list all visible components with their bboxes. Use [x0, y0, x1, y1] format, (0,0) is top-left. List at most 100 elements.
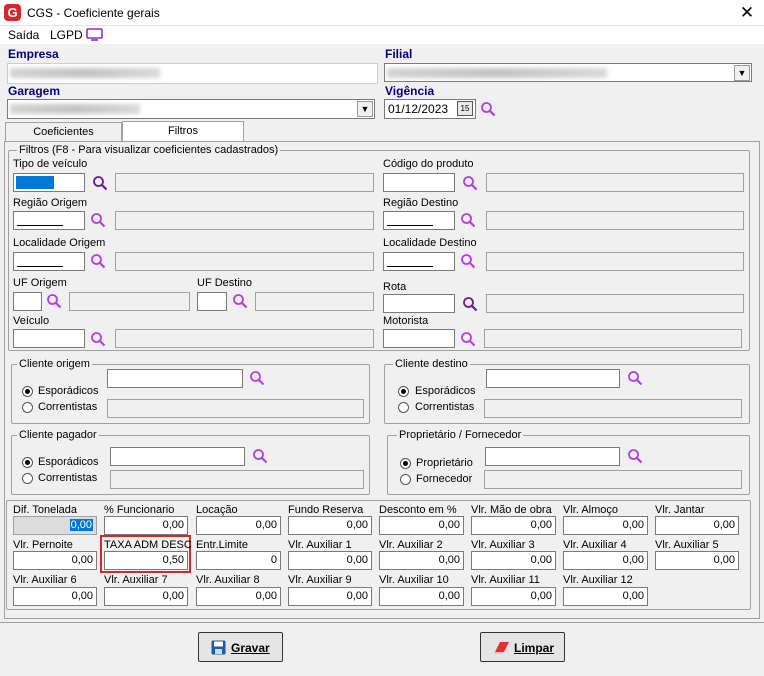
search-icon[interactable]	[252, 448, 268, 464]
search-icon[interactable]	[46, 293, 62, 309]
auxiliar-2-field[interactable]: 0,00	[379, 551, 464, 570]
localidade-origem-desc	[115, 252, 374, 271]
jantar-field[interactable]: 0,00	[655, 516, 739, 535]
uf-origem-input[interactable]	[13, 292, 42, 311]
search-icon[interactable]	[460, 212, 476, 228]
desconto-field[interactable]: 0,00	[379, 516, 464, 535]
search-icon[interactable]	[460, 253, 476, 269]
auxiliar-1-field[interactable]: 0,00	[288, 551, 372, 570]
uf-destino-label: UF Destino	[197, 277, 253, 289]
garagem-select[interactable]: ▼	[7, 99, 375, 119]
auxiliar-4-field[interactable]: 0,00	[563, 551, 648, 570]
tab-coeficientes[interactable]: Coeficientes	[5, 122, 122, 142]
empresa-label: Empresa	[8, 47, 59, 61]
pernoite-field[interactable]: 0,00	[13, 551, 97, 570]
search-icon[interactable]	[92, 175, 108, 191]
uf-destino-desc	[255, 292, 374, 311]
auxiliar-3-field[interactable]: 0,00	[471, 551, 556, 570]
calendar-icon[interactable]: 15	[457, 101, 473, 116]
regiao-origem-label: Região Origem	[13, 197, 87, 209]
rota-input[interactable]	[383, 294, 455, 313]
chevron-down-icon[interactable]: ▼	[734, 65, 750, 81]
radio-fornecedor[interactable]	[400, 474, 411, 485]
regiao-destino-input[interactable]	[383, 211, 455, 230]
search-icon[interactable]	[627, 370, 643, 386]
filial-select[interactable]: ▼	[384, 63, 752, 82]
menu-bar	[0, 26, 764, 44]
auxiliar-7-label: Vlr. Auxiliar 7	[104, 574, 168, 586]
localidade-destino-desc	[486, 252, 744, 271]
chevron-down-icon[interactable]: ▼	[357, 101, 373, 117]
auxiliar-7-field[interactable]: 0,00	[104, 587, 188, 606]
rota-label: Rota	[383, 281, 407, 293]
auxiliar-6-field[interactable]: 0,00	[13, 587, 97, 606]
save-icon	[211, 640, 226, 655]
localidade-destino-label: Localidade Destino	[383, 237, 477, 249]
empresa-field[interactable]	[7, 63, 378, 84]
uf-destino-input[interactable]	[197, 292, 227, 311]
radio-esporadicos[interactable]	[22, 386, 33, 397]
search-icon[interactable]	[460, 331, 476, 347]
auxiliar-11-label: Vlr. Auxiliar 11	[471, 574, 540, 586]
funcionario-field[interactable]: 0,00	[104, 516, 188, 535]
search-icon[interactable]	[232, 293, 248, 309]
localidade-origem-input[interactable]	[13, 252, 85, 271]
tab-filtros[interactable]: Filtros	[122, 121, 244, 141]
cliente-pagador-label: Cliente pagador	[17, 429, 99, 441]
radio-esporadicos[interactable]	[398, 386, 409, 397]
auxiliar-2-label: Vlr. Auxiliar 2	[379, 539, 443, 551]
proprietario-label: Proprietário / Fornecedor	[397, 429, 524, 441]
motorista-input[interactable]	[383, 329, 455, 348]
search-icon[interactable]	[462, 175, 478, 191]
auxiliar-5-field[interactable]: 0,00	[655, 551, 739, 570]
gravar-button[interactable]: Gravar	[198, 632, 283, 662]
monitor-icon[interactable]	[86, 28, 103, 41]
search-icon[interactable]	[627, 448, 643, 464]
cliente-pagador-input[interactable]	[110, 447, 245, 466]
veiculo-input[interactable]	[13, 329, 85, 348]
search-icon[interactable]	[249, 370, 265, 386]
auxiliar-11-field[interactable]: 0,00	[471, 587, 556, 606]
radio-esporadicos[interactable]	[22, 457, 33, 468]
cliente-origem-input[interactable]	[107, 369, 243, 388]
search-icon[interactable]	[462, 296, 478, 312]
tipo-veiculo-label: Tipo de veículo	[13, 158, 88, 170]
close-icon[interactable]: ✕	[736, 2, 758, 24]
entr-limite-field[interactable]: 0	[196, 551, 281, 570]
filtros-group-label: Filtros (F8 - Para visualizar coeficient…	[17, 144, 281, 156]
almoco-field[interactable]: 0,00	[563, 516, 648, 535]
radio-proprietario[interactable]	[400, 458, 411, 469]
codigo-produto-input[interactable]	[383, 173, 455, 192]
fundo-reserva-label: Fundo Reserva	[288, 504, 364, 516]
radio-correntistas[interactable]	[398, 402, 409, 413]
regiao-origem-input[interactable]	[13, 211, 85, 230]
auxiliar-12-label: Vlr. Auxiliar 12	[563, 574, 633, 586]
search-icon[interactable]	[90, 331, 106, 347]
mao-obra-field[interactable]: 0,00	[471, 516, 556, 535]
radio-correntistas[interactable]	[22, 402, 33, 413]
auxiliar-12-field[interactable]: 0,00	[563, 587, 648, 606]
search-icon[interactable]	[480, 101, 496, 117]
dif-tonelada-field[interactable]: 0,00	[13, 516, 97, 535]
menu-lgpd[interactable]: LGPD	[50, 28, 83, 42]
cliente-destino-input[interactable]	[486, 369, 620, 388]
taxa-adm-field[interactable]: 0,50	[104, 551, 188, 570]
limpar-label: Limpar	[514, 641, 555, 655]
auxiliar-10-field[interactable]: 0,00	[379, 587, 464, 606]
limpar-button[interactable]: Limpar	[480, 632, 565, 662]
fundo-reserva-field[interactable]: 0,00	[288, 516, 372, 535]
vigencia-label: Vigência	[385, 84, 435, 98]
auxiliar-9-field[interactable]: 0,00	[288, 587, 372, 606]
localidade-destino-input[interactable]	[383, 252, 455, 271]
correntistas-label: Correntistas	[38, 472, 98, 484]
proprietario-input[interactable]	[485, 447, 620, 466]
mao-obra-label: Vlr. Mão de obra	[471, 504, 552, 516]
search-icon[interactable]	[90, 212, 106, 228]
radio-correntistas[interactable]	[22, 473, 33, 484]
auxiliar-8-field[interactable]: 0,00	[196, 587, 281, 606]
menu-saida[interactable]: Saída	[8, 28, 39, 42]
divider	[0, 622, 764, 623]
locacao-field[interactable]: 0,00	[196, 516, 281, 535]
tipo-veiculo-input[interactable]	[13, 173, 85, 192]
search-icon[interactable]	[90, 253, 106, 269]
